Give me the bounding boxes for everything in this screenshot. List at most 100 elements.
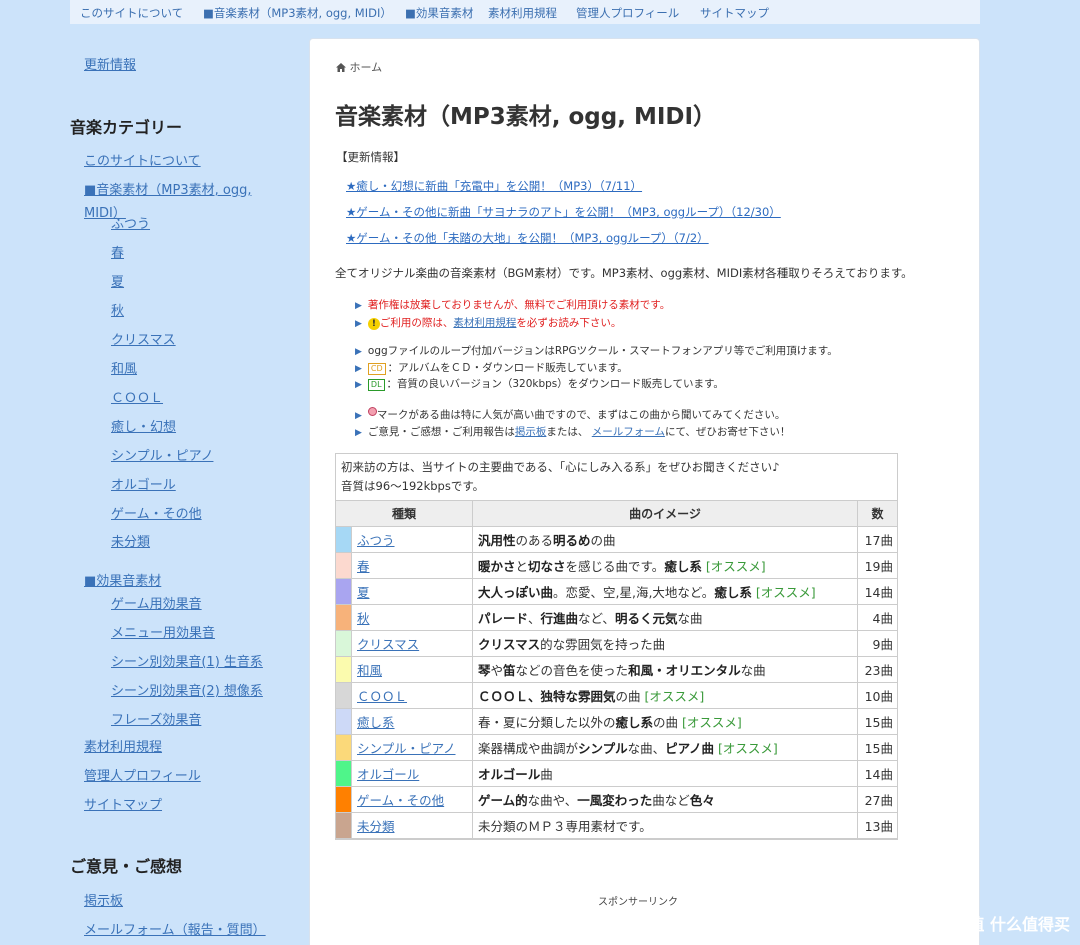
sidebar-sitemap[interactable]: サイトマップ: [84, 794, 162, 813]
table-row: 和風 琴や笛などの音色を使った和風・オリエンタルな曲 23曲: [335, 656, 898, 683]
category-color-swatch: [335, 682, 352, 709]
topnav-profile[interactable]: 管理人プロフィール: [576, 5, 679, 21]
category-link[interactable]: シンプル・ピアノ: [357, 741, 456, 756]
mailform-link[interactable]: メールフォーム: [592, 426, 665, 438]
bullet-icon: ▶: [355, 319, 362, 329]
notice-copyright: ▶ 著作権は放棄しておりませんが、無料でご利用頂ける素材です。: [355, 297, 670, 312]
sidebar-profile[interactable]: 管理人プロフィール: [84, 765, 201, 784]
sidebar-sfx-sub-item[interactable]: シーン別効果音(1) 生音系: [111, 651, 263, 670]
sidebar-music-sub-item[interactable]: シンプル・ピアノ: [111, 445, 213, 464]
info-cd-text: ：アルバムをＣＤ・ダウンロード販売しています。: [387, 362, 628, 374]
info-feedback: ▶ ご意見・ご感想・ご利用報告は掲示板または、 メールフォームにて、ぜひお寄せ下さ…: [355, 424, 790, 439]
category-name-cell: ふつう: [351, 526, 473, 553]
category-count: 9曲: [857, 630, 898, 657]
info-feedback-mid: または、: [546, 426, 589, 438]
category-link[interactable]: ふつう: [357, 533, 395, 548]
category-count: 15曲: [857, 734, 898, 761]
category-link[interactable]: 未分類: [357, 819, 395, 834]
sidebar-music-sub-item[interactable]: ふつう: [111, 213, 150, 232]
topnav-rules[interactable]: 素材利用規程: [488, 5, 557, 21]
page-title: 音楽素材（MP3素材, ogg, MIDI）: [335, 104, 717, 130]
table-note-line2: 音質は96～192kbpsです。: [341, 479, 485, 493]
table-row: 未分類 未分類のＭＰ３専用素材です。 13曲: [335, 812, 898, 839]
sidebar-mailform[interactable]: メールフォーム（報告・質問）: [84, 919, 266, 938]
category-link[interactable]: クリスマス: [357, 637, 419, 652]
category-description: 暖かさと切なさを感じる曲です。癒し系 [オススメ]: [472, 552, 858, 579]
news-item-3[interactable]: ★ゲーム・その他「未踏の大地」を公開！（MP3, oggループ）（7/2）: [346, 230, 709, 246]
topnav-sitemap[interactable]: サイトマップ: [700, 5, 769, 21]
sidebar-updates[interactable]: 更新情報: [84, 54, 136, 73]
sidebar-sfx-sub-item[interactable]: フレーズ効果音: [111, 709, 201, 728]
category-count: 19曲: [857, 552, 898, 579]
category-link[interactable]: 癒し系: [357, 715, 395, 730]
sidebar-sfx-sub-item[interactable]: メニュー用効果音: [111, 622, 215, 641]
category-link[interactable]: ＣＯＯＬ: [357, 689, 407, 704]
watermark-logo: 值 什么值得买: [968, 915, 1070, 934]
sidebar-bbs[interactable]: 掲示板: [84, 890, 123, 909]
news-item-1[interactable]: ★癒し・幻想に新曲「充電中」を公開！（MP3）（7/11）: [346, 178, 642, 194]
sidebar-music-sub-item[interactable]: 秋: [111, 300, 124, 319]
category-name-cell: 秋: [351, 604, 473, 631]
category-color-swatch: [335, 526, 352, 553]
category-description: クリスマス的な雰囲気を持った曲: [472, 630, 858, 657]
sidebar-music-sub-item[interactable]: 春: [111, 242, 124, 261]
category-link[interactable]: 春: [357, 559, 370, 574]
sidebar-music-top[interactable]: ■音楽素材（MP3素材, ogg,: [84, 179, 251, 198]
notice-rules: ▶! ご利用の際は、素材利用規程を必ずお読み下さい。: [355, 315, 621, 330]
top-navigation: このサイトについて ■音楽素材（MP3素材, ogg, MIDI） ■効果音素材…: [70, 0, 980, 24]
topnav-about[interactable]: このサイトについて: [80, 5, 183, 21]
category-link[interactable]: 秋: [357, 611, 370, 626]
category-link[interactable]: ゲーム・その他: [357, 793, 444, 808]
sidebar-music-sub-item[interactable]: 夏: [111, 271, 124, 290]
topnav-sfx[interactable]: ■効果音素材: [405, 5, 473, 21]
category-link[interactable]: 夏: [357, 585, 370, 600]
sidebar-music-sub-item[interactable]: オルゴール: [111, 474, 176, 493]
news-item-2[interactable]: ★ゲーム・その他に新曲「サヨナラのアト」を公開！（MP3, oggループ）（12…: [346, 204, 781, 220]
sidebar-about[interactable]: このサイトについて: [84, 150, 201, 169]
bullet-icon: ▶: [355, 380, 362, 390]
table-row: オルゴール オルゴール曲 14曲: [335, 760, 898, 787]
category-name-cell: オルゴール: [351, 760, 473, 787]
notice-rules-link[interactable]: 素材利用規程: [453, 317, 516, 329]
info-feedback-pre: ご意見・ご感想・ご利用報告は: [367, 426, 515, 438]
sidebar-sfx-sub-item[interactable]: シーン別効果音(2) 想像系: [111, 680, 263, 699]
home-icon: [336, 63, 346, 72]
info-feedback-post: にて、ぜひお寄せ下さい！: [664, 426, 791, 438]
table-row: ゲーム・その他 ゲーム的な曲や、一風変わった曲など色々 27曲: [335, 786, 898, 813]
category-description: 琴や笛などの音色を使った和風・オリエンタルな曲: [472, 656, 858, 683]
category-count: 14曲: [857, 760, 898, 787]
sidebar-sfx-top[interactable]: ■効果音素材: [84, 570, 161, 589]
breadcrumb-home[interactable]: ホーム: [350, 61, 383, 74]
category-link[interactable]: 和風: [357, 663, 382, 678]
category-description: 春・夏に分類した以外の癒し系の曲 [オススメ]: [472, 708, 858, 735]
bbs-link[interactable]: 掲示板: [515, 426, 547, 438]
sidebar-rules[interactable]: 素材利用規程: [84, 736, 162, 755]
category-description: ＣＯＯＬ、独特な雰囲気の曲 [オススメ]: [472, 682, 858, 709]
category-description: パレード、行進曲など、明るく元気な曲: [472, 604, 858, 631]
category-count: 23曲: [857, 656, 898, 683]
sidebar-music-sub-item[interactable]: クリスマス: [111, 329, 176, 348]
sidebar-music-sub-item[interactable]: 癒し・幻想: [111, 416, 176, 435]
notice-copyright-text: 著作権は放棄しておりませんが、無料でご利用頂ける素材です。: [367, 299, 671, 311]
category-table-box: 初来訪の方は、当サイトの主要曲である、「心にしみ入る系」をぜひお聞きください♪ …: [335, 453, 898, 840]
breadcrumb: ホーム: [336, 59, 382, 75]
table-row: 癒し系 春・夏に分類した以外の癒し系の曲 [オススメ] 15曲: [335, 708, 898, 735]
sidebar-music-sub-item[interactable]: ゲーム・その他: [111, 503, 202, 522]
table-row: シンプル・ピアノ 楽器構成や曲調がシンプルな曲、ピアノ曲 [オススメ] 15曲: [335, 734, 898, 761]
table-row: 秋 パレード、行進曲など、明るく元気な曲 4曲: [335, 604, 898, 631]
notice-rules-pre: ご利用の際は、: [379, 317, 454, 329]
sidebar-music-sub-item[interactable]: 未分類: [111, 531, 150, 550]
category-link[interactable]: オルゴール: [357, 767, 419, 782]
category-color-swatch: [335, 656, 352, 683]
info-cd: ▶ CD ：アルバムをＣＤ・ダウンロード販売しています。: [355, 360, 628, 375]
category-color-swatch: [335, 734, 352, 761]
category-name-cell: 癒し系: [351, 708, 473, 735]
sidebar-music-sub-item[interactable]: ＣＯＯＬ: [111, 387, 163, 406]
sidebar-sfx-sub-item[interactable]: ゲーム用効果音: [111, 593, 202, 612]
sidebar-music-sub-item[interactable]: 和風: [111, 358, 137, 377]
sidebar-music-heading: 音楽カテゴリー: [70, 118, 183, 137]
ribbon-icon: [367, 407, 377, 419]
sidebar-feedback-heading: ご意見・ご感想: [70, 857, 183, 876]
topnav-music[interactable]: ■音楽素材（MP3素材, ogg, MIDI）: [203, 5, 392, 21]
table-row: 春 暖かさと切なさを感じる曲です。癒し系 [オススメ] 19曲: [335, 552, 898, 579]
